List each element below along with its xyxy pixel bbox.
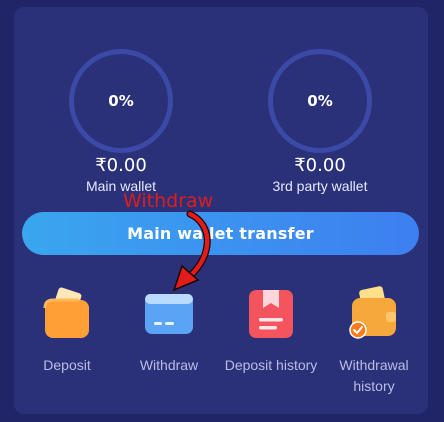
withdraw-label: Withdraw [139,357,199,373]
withdraw-action[interactable]: Withdraw [119,286,219,376]
third-party-wallet-progress-ring: 0% [268,49,372,153]
main-wallet-progress-ring: 0% [69,49,173,153]
withdraw-annotation-label: Withdraw [123,190,214,212]
deposit-history-action[interactable]: Deposit history [221,286,321,376]
card-icon [145,294,193,334]
third-party-wallet-amount: ₹0.00 [294,155,346,176]
annotation-arrow-icon [172,210,211,292]
withdrawal-history-action[interactable]: Withdrawal history [324,286,424,397]
wallet-icon [43,287,89,338]
wallet-check-icon [349,286,396,339]
bookmark-doc-icon [249,290,293,338]
main-wallet-amount: ₹0.00 [95,155,147,176]
main-wallet-percent: 0% [108,92,134,110]
third-party-wallet-percent: 0% [307,92,333,110]
withdrawal-history-label: Withdrawal history [339,357,409,394]
main-wallet-transfer-button[interactable]: Main wallet transfer [22,212,419,255]
deposit-label: Deposit [43,357,91,373]
deposit-history-label: Deposit history [224,357,318,373]
deposit-action[interactable]: Deposit [17,286,117,376]
third-party-wallet: 0% ₹0.00 3rd party wallet [264,49,376,194]
third-party-wallet-label: 3rd party wallet [272,178,368,194]
main-wallet: 0% ₹0.00 Main wallet [65,49,177,194]
